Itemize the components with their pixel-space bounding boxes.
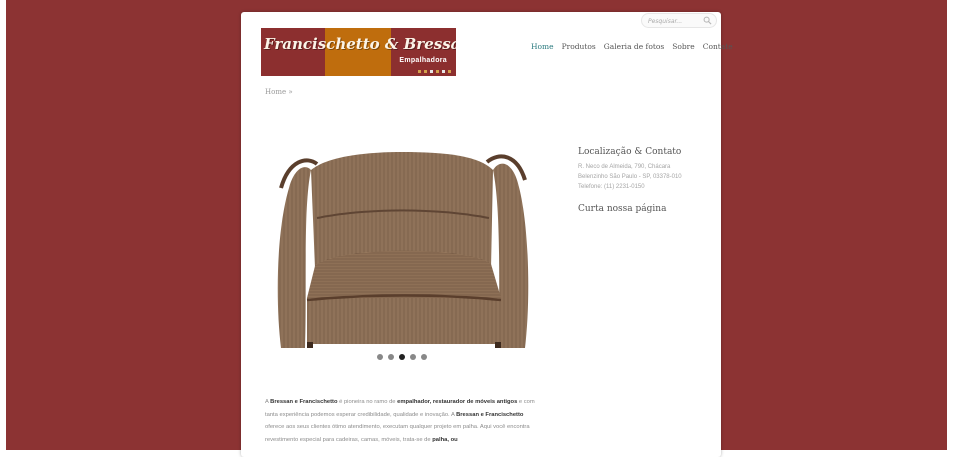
breadcrumb[interactable]: Home » <box>265 88 293 96</box>
company-name: Bressan e Francischetto <box>270 399 338 405</box>
page-container: Francischetto & Bressan Empalhadora Home… <box>241 12 733 457</box>
slider-dot[interactable] <box>388 354 394 360</box>
nav-sobre[interactable]: Sobre <box>672 42 694 51</box>
slider-dot[interactable] <box>421 354 427 360</box>
image-slider[interactable] <box>277 148 529 348</box>
search-icon[interactable] <box>703 16 712 25</box>
nav-home[interactable]: Home <box>531 42 554 51</box>
intro-paragraph: A Bressan e Francischetto é pioneira no … <box>265 396 541 446</box>
text-run: é pioneira no ramo de <box>337 399 398 405</box>
wicker-chair-image <box>277 152 529 348</box>
phone-line: Telefone: (11) 2231-0150 <box>578 183 645 190</box>
logo-subtitle: Empalhadora <box>399 57 447 64</box>
material-highlight: palha, ou <box>432 436 458 443</box>
logo-dot <box>430 70 433 73</box>
logo-name: Francischetto & Bressan <box>264 35 456 53</box>
slider-dot[interactable] <box>377 354 383 360</box>
nav-galeria[interactable]: Galeria de fotos <box>604 42 664 51</box>
logo-dot <box>436 70 439 73</box>
logo-dot <box>448 70 451 73</box>
nav-produtos[interactable]: Produtos <box>562 42 596 51</box>
logo-dot <box>424 70 427 73</box>
nav-contate[interactable]: Contate <box>703 42 733 51</box>
address-line: R. Neco de Almeida, 790, Chácara <box>578 164 671 170</box>
search-box <box>641 13 717 28</box>
main-nav: Home Produtos Galeria de fotos Sobre Con… <box>531 42 733 51</box>
contact-address: R. Neco de Almeida, 790, Chácara Belenzi… <box>578 163 682 192</box>
address-line: Belenzinho São Paulo - SP, 03378-010 <box>578 173 682 180</box>
contact-title: Localização & Contato <box>578 147 682 157</box>
site-logo[interactable]: Francischetto & Bressan Empalhadora <box>261 28 456 76</box>
company-name: Bressan e Francischetto <box>456 411 524 418</box>
facebook-like-title: Curta nossa página <box>578 204 667 214</box>
logo-dot <box>418 70 421 73</box>
slider-dot[interactable] <box>410 354 416 360</box>
logo-dot <box>442 70 445 73</box>
service-highlight: empalhador, restaurador de móveis antigo… <box>397 399 518 405</box>
search-input[interactable] <box>648 15 702 27</box>
text-run: oferece aos seus clientes ótimo atendime… <box>265 424 530 443</box>
slider-pagination <box>377 354 427 360</box>
logo-dots <box>418 70 451 73</box>
slider-dot[interactable] <box>399 354 405 360</box>
